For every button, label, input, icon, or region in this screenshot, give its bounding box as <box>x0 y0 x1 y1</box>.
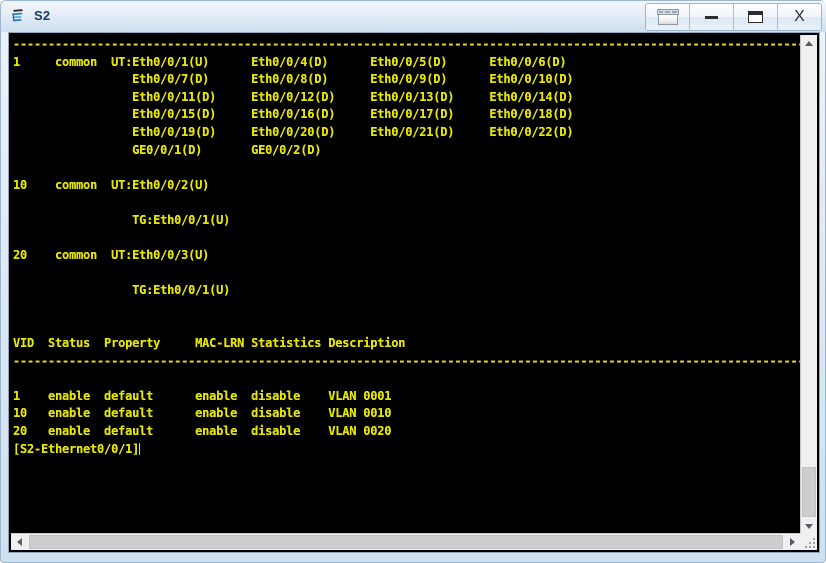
maximize-icon <box>748 11 763 23</box>
terminal-line: Eth0/0/15(D) Eth0/0/16(D) Eth0/0/17(D) E… <box>13 107 574 122</box>
switch-icon <box>9 7 27 25</box>
terminal-line: TG:Eth0/0/1(U) <box>13 283 231 298</box>
sheet-icon-wrap <box>646 4 689 30</box>
chevron-up-icon <box>805 41 813 46</box>
vertical-scrollbar[interactable] <box>800 35 817 535</box>
horizontal-scrollbar[interactable] <box>11 533 801 550</box>
chevron-left-icon <box>17 538 22 546</box>
scroll-left-button[interactable] <box>11 534 28 550</box>
minimize-glyph-wrap <box>690 4 733 30</box>
terminal-prompt: [S2-Ethernet0/0/1] <box>13 441 140 456</box>
terminal-frame: ----------------------------------------… <box>8 32 820 553</box>
minimize-button[interactable] <box>690 4 734 30</box>
horizontal-scrollbar-thumb[interactable] <box>29 535 783 549</box>
chevron-down-icon <box>805 524 813 529</box>
maximize-button[interactable] <box>734 4 778 30</box>
terminal-line: Eth0/0/7(D) Eth0/0/8(D) Eth0/0/9(D) Eth0… <box>13 72 574 87</box>
terminal-line: VID Status Property MAC-LRN Statistics D… <box>13 336 406 351</box>
terminal-line: ----------------------------------------… <box>13 37 818 51</box>
scrollbar-corner <box>800 533 817 550</box>
terminal-line: 1 enable default enable disable VLAN 000… <box>13 388 392 403</box>
terminal-output: ----------------------------------------… <box>13 36 818 459</box>
resize-grip[interactable] <box>802 535 815 548</box>
terminal-viewport[interactable]: ----------------------------------------… <box>10 34 818 551</box>
terminal-window: S2 X -----------------------------------… <box>0 0 826 563</box>
terminal-line: GE0/0/1(D) GE0/0/2(D) <box>13 142 322 157</box>
title-bar-left: S2 <box>9 4 50 28</box>
minimize-icon <box>705 15 718 19</box>
sheet-restore-button[interactable] <box>646 4 690 30</box>
terminal-line: 10 common UT:Eth0/0/2(U) <box>13 177 210 192</box>
scroll-up-button[interactable] <box>801 35 817 52</box>
title-bar[interactable]: S2 X <box>1 1 826 32</box>
sheet-icon <box>656 9 679 25</box>
terminal-line: 20 common UT:Eth0/0/3(U) <box>13 248 210 263</box>
vertical-scrollbar-thumb[interactable] <box>802 467 816 517</box>
close-icon: X <box>794 8 805 25</box>
terminal-line: ----------------------------------------… <box>13 353 818 368</box>
terminal-line: Eth0/0/19(D) Eth0/0/20(D) Eth0/0/21(D) E… <box>13 124 574 139</box>
close-button[interactable]: X <box>778 4 821 30</box>
maximize-glyph-wrap <box>734 4 777 30</box>
scroll-right-button[interactable] <box>784 534 801 550</box>
sheet-icon-body <box>657 14 678 25</box>
chevron-right-icon <box>790 538 795 546</box>
terminal-prompt-line: [S2-Ethernet0/0/1] <box>13 441 795 459</box>
terminal-line: 20 enable default enable disable VLAN 00… <box>13 424 392 439</box>
terminal-line: TG:Eth0/0/1(U) <box>13 212 231 227</box>
terminal-line: 10 enable default enable disable VLAN 00… <box>13 406 392 421</box>
window-title: S2 <box>34 8 51 23</box>
text-cursor <box>139 442 141 455</box>
window-controls: X <box>645 3 822 31</box>
terminal-line: 1 common UT:Eth0/0/1(U) Eth0/0/4(D) Eth0… <box>13 54 567 69</box>
terminal-line: Eth0/0/11(D) Eth0/0/12(D) Eth0/0/13(D) E… <box>13 89 574 104</box>
